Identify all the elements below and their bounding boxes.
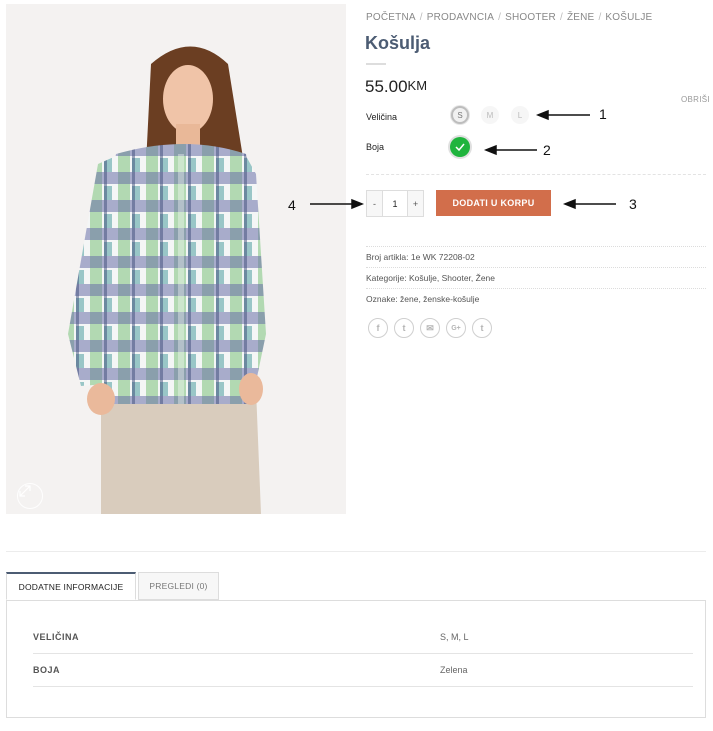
breadcrumb-link[interactable]: PRODAVNCIA <box>427 12 494 23</box>
breadcrumb: POČETNA / PRODAVNCIA / SHOOTER / ŽENE / KOŠULJE <box>366 12 652 23</box>
breadcrumb-link[interactable]: POČETNA <box>366 12 416 23</box>
color-swatch-green[interactable] <box>450 137 470 157</box>
breadcrumb-separator: / <box>559 12 563 23</box>
breadcrumb-separator: / <box>498 12 502 23</box>
info-value: S, M, L <box>440 632 469 642</box>
title-divider <box>366 63 386 65</box>
breadcrumb-separator: / <box>598 12 602 23</box>
twitter-icon[interactable]: t <box>394 318 414 338</box>
annotation-number-4: 4 <box>288 197 296 213</box>
email-icon[interactable]: ✉ <box>420 318 440 338</box>
tab-additional-info[interactable]: DODATNE INFORMACIJE <box>6 572 136 600</box>
sku-row: Broj artikla: 1e WK 72208-02 <box>366 252 475 262</box>
tags-row: Oznake: žene, ženske-košulje <box>366 294 479 304</box>
breadcrumb-link[interactable]: SHOOTER <box>505 12 556 23</box>
section-divider <box>6 551 706 552</box>
meta-divider <box>366 246 706 247</box>
info-row-size: VELIČINA S, M, L <box>33 621 693 654</box>
product-image[interactable] <box>6 4 346 514</box>
tumblr-icon[interactable]: t <box>472 318 492 338</box>
tab-reviews[interactable]: PREGLEDI (0) <box>138 572 219 600</box>
sku-label: Broj artikla: <box>366 252 409 262</box>
info-row-color: BOJA Zelena <box>33 654 693 687</box>
expand-icon <box>19 485 31 497</box>
quantity-plus-button[interactable]: + <box>408 191 423 216</box>
tags-links[interactable]: žene, ženske-košulje <box>400 294 479 304</box>
breadcrumb-separator: / <box>419 12 423 23</box>
checkmark-icon <box>455 143 465 151</box>
product-price: 55.00KM <box>365 77 427 97</box>
categories-links[interactable]: Košulje, Shooter, Žene <box>409 273 495 283</box>
quantity-minus-button[interactable]: - <box>367 191 382 216</box>
sku-value: 1e WK 72208-02 <box>410 252 475 262</box>
color-label: Boja <box>366 142 385 152</box>
breadcrumb-link[interactable]: ŽENE <box>567 12 594 23</box>
clear-selection-link[interactable]: OBRIŠI <box>681 95 710 104</box>
zoom-button[interactable] <box>17 483 43 509</box>
categories-label: Kategorije: <box>366 273 407 283</box>
tab-panel-additional-info: VELIČINA S, M, L BOJA Zelena <box>6 600 706 718</box>
meta-divider <box>366 288 706 289</box>
add-to-cart-button[interactable]: DODATI U KORPU <box>436 190 551 216</box>
categories-row: Kategorije: Košulje, Shooter, Žene <box>366 273 495 283</box>
size-swatch-s[interactable]: S <box>451 106 469 124</box>
annotation-number-2: 2 <box>543 142 551 158</box>
size-swatch-l[interactable]: L <box>511 106 529 124</box>
product-title: Košulja <box>365 33 431 53</box>
variations-divider <box>366 174 706 175</box>
facebook-icon[interactable]: f <box>368 318 388 338</box>
meta-divider <box>366 267 706 268</box>
price-currency: KM <box>407 78 428 93</box>
info-label: VELIČINA <box>33 632 80 642</box>
tags-label: Oznake: <box>366 294 398 304</box>
annotation-number-3: 3 <box>629 196 637 212</box>
size-label: Veličina <box>366 112 398 122</box>
info-value: Zelena <box>440 665 468 675</box>
product-photo <box>6 4 346 514</box>
quantity-stepper: - 1 + <box>366 190 424 217</box>
breadcrumb-link[interactable]: KOŠULJE <box>605 12 652 23</box>
size-swatch-m[interactable]: M <box>481 106 499 124</box>
annotation-number-1: 1 <box>599 106 607 122</box>
google-plus-icon[interactable]: G+ <box>446 318 466 338</box>
quantity-input[interactable]: 1 <box>382 191 408 216</box>
price-amount: 55.00 <box>365 77 408 96</box>
info-label: BOJA <box>33 665 61 675</box>
